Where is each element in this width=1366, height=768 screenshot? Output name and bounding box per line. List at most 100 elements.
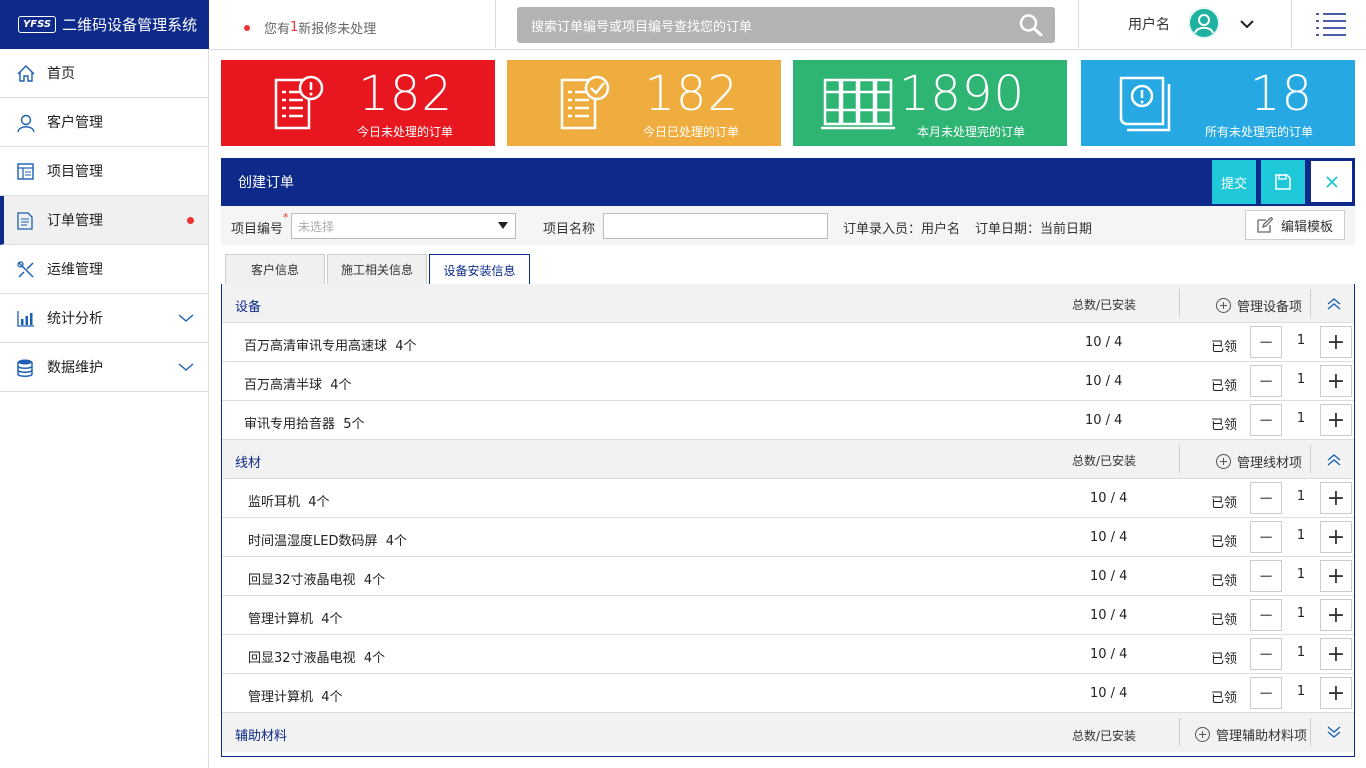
card-label: 所有未处理完的订单 — [1204, 125, 1313, 139]
minus-button[interactable]: − — [1250, 404, 1282, 436]
user-menu[interactable]: 用户名 — [1128, 14, 1170, 34]
minus-button[interactable]: − — [1250, 365, 1282, 397]
section-title: 辅助材料 — [235, 729, 288, 744]
tab-device-install-info[interactable]: 设备安装信息 — [429, 254, 530, 285]
stepper-value[interactable]: 1 — [1282, 411, 1320, 426]
total-installed-header: 总数/已安装 — [1072, 454, 1137, 468]
item-status: 已领 — [1211, 340, 1238, 355]
sidebar-item-customers[interactable]: 客户管理 — [0, 98, 208, 147]
minus-button[interactable]: − — [1250, 677, 1282, 709]
manage-wires-button[interactable]: 管理线材项 — [1216, 452, 1302, 471]
plus-button[interactable]: + — [1320, 326, 1352, 358]
item-name: 管理计算机 4个 — [248, 612, 343, 627]
table-row: 回显32寸液晶电视 4个 10 / 4 已领 −1 + — [222, 557, 1354, 596]
item-qty: 10 / 4 — [1085, 374, 1123, 389]
save-icon — [1275, 174, 1291, 190]
card-today-processed[interactable]: 182 今日已处理的订单 — [507, 60, 781, 146]
minus-button[interactable]: − — [1250, 599, 1282, 631]
repair-notice[interactable]: 您有 1 新报修未处理 — [244, 18, 376, 37]
menu-list-icon[interactable] — [1316, 12, 1346, 38]
quantity-stepper: −1 + — [1250, 677, 1354, 709]
quantity-stepper: −1 + — [1250, 482, 1354, 514]
section-header-devices: 设备 总数/已安装 管理设备项 — [222, 284, 1354, 323]
project-no-select[interactable]: 未选择 — [291, 213, 516, 239]
plus-button[interactable]: + — [1320, 560, 1352, 592]
manage-aux-materials-button[interactable]: 管理辅助材料项 — [1195, 725, 1307, 744]
item-status: 已领 — [1211, 574, 1238, 589]
plus-button[interactable]: + — [1320, 521, 1352, 553]
card-today-unprocessed[interactable]: 182 今日未处理的订单 — [221, 60, 495, 146]
plus-button[interactable]: + — [1320, 365, 1352, 397]
panel-title: 创建订单 — [238, 175, 294, 191]
stepper-value[interactable]: 1 — [1282, 528, 1320, 543]
sidebar-item-maintenance[interactable]: 运维管理 — [0, 245, 208, 294]
sidebar-item-home[interactable]: 首页 — [0, 49, 208, 98]
item-name: 回显32寸液晶电视 4个 — [248, 573, 386, 588]
save-button[interactable] — [1261, 160, 1305, 204]
item-qty: 10 / 4 — [1090, 569, 1128, 584]
card-month-unfinished[interactable]: 1890 本月未处理完的订单 — [793, 60, 1067, 146]
book-alert-icon — [1119, 76, 1171, 132]
stepper-value[interactable]: 1 — [1282, 606, 1320, 621]
table-row: 时间温湿度LED数码屏 4个 10 / 4 已领 −1 + — [222, 518, 1354, 557]
stepper-value[interactable]: 1 — [1282, 645, 1320, 660]
minus-button[interactable]: − — [1250, 521, 1282, 553]
item-name: 管理计算机 4个 — [248, 690, 343, 705]
minus-button[interactable]: − — [1250, 638, 1282, 670]
sidebar-item-label: 首页 — [47, 66, 75, 82]
tab-customer-info[interactable]: 客户信息 — [225, 254, 325, 284]
chevron-down-icon[interactable] — [1239, 18, 1255, 30]
divider — [495, 0, 496, 48]
stepper-value[interactable]: 1 — [1282, 333, 1320, 348]
search-icon[interactable] — [1019, 14, 1043, 36]
expand-down-icon[interactable] — [1326, 725, 1342, 739]
project-icon — [17, 163, 34, 180]
avatar[interactable] — [1188, 7, 1220, 39]
plus-button[interactable]: + — [1320, 404, 1352, 436]
section-title: 设备 — [235, 300, 262, 315]
collapse-up-icon[interactable] — [1326, 297, 1342, 311]
collapse-up-icon[interactable] — [1326, 453, 1342, 467]
select-placeholder: 未选择 — [298, 220, 335, 234]
project-no-label: 项目编号 — [231, 222, 284, 237]
minus-button[interactable]: − — [1250, 560, 1282, 592]
item-name: 回显32寸液晶电视 4个 — [248, 651, 386, 666]
minus-button[interactable]: − — [1250, 326, 1282, 358]
plus-button[interactable]: + — [1320, 599, 1352, 631]
plus-button[interactable]: + — [1320, 482, 1352, 514]
edit-template-button[interactable]: 编辑模板 — [1245, 210, 1345, 240]
plus-button[interactable]: + — [1320, 638, 1352, 670]
sidebar-item-statistics[interactable]: 统计分析 — [0, 294, 208, 343]
stepper-value[interactable]: 1 — [1282, 372, 1320, 387]
stepper-value[interactable]: 1 — [1282, 567, 1320, 582]
order-date: 订单日期：当前日期 — [975, 222, 1093, 237]
project-name-input[interactable] — [603, 213, 828, 239]
divider — [1310, 289, 1311, 317]
project-name-label: 项目名称 — [543, 222, 596, 237]
plus-circle-icon — [1216, 298, 1231, 313]
notice-count: 1 — [290, 20, 299, 35]
table-row: 百万高清半球 4个 10 / 4 已领 −1 + — [222, 362, 1354, 401]
close-button[interactable] — [1309, 159, 1354, 204]
card-all-unfinished[interactable]: 18 所有未处理完的订单 — [1081, 60, 1355, 146]
user-icon — [17, 114, 35, 132]
search-input[interactable]: 搜索订单编号或项目编号查找您的订单 — [517, 7, 1055, 43]
sidebar-item-orders[interactable]: 订单管理 — [0, 196, 208, 245]
tab-construction-info[interactable]: 施工相关信息 — [327, 254, 427, 284]
divider — [1310, 718, 1311, 746]
manage-devices-button[interactable]: 管理设备项 — [1216, 296, 1302, 315]
sidebar-item-data[interactable]: 数据维护 — [0, 343, 208, 392]
item-status: 已领 — [1211, 691, 1238, 706]
stepper-value[interactable]: 1 — [1282, 684, 1320, 699]
quantity-stepper: −1 + — [1250, 521, 1354, 553]
order-alert-icon — [274, 75, 324, 130]
sidebar-item-projects[interactable]: 项目管理 — [0, 147, 208, 196]
sidebar-item-label: 订单管理 — [47, 213, 103, 229]
item-status: 已领 — [1211, 418, 1238, 433]
submit-button[interactable]: 提交 — [1212, 160, 1256, 204]
minus-button[interactable]: − — [1250, 482, 1282, 514]
card-label: 今日已处理的订单 — [642, 125, 739, 139]
stepper-value[interactable]: 1 — [1282, 489, 1320, 504]
sidebar-item-label: 运维管理 — [47, 262, 103, 278]
plus-button[interactable]: + — [1320, 677, 1352, 709]
